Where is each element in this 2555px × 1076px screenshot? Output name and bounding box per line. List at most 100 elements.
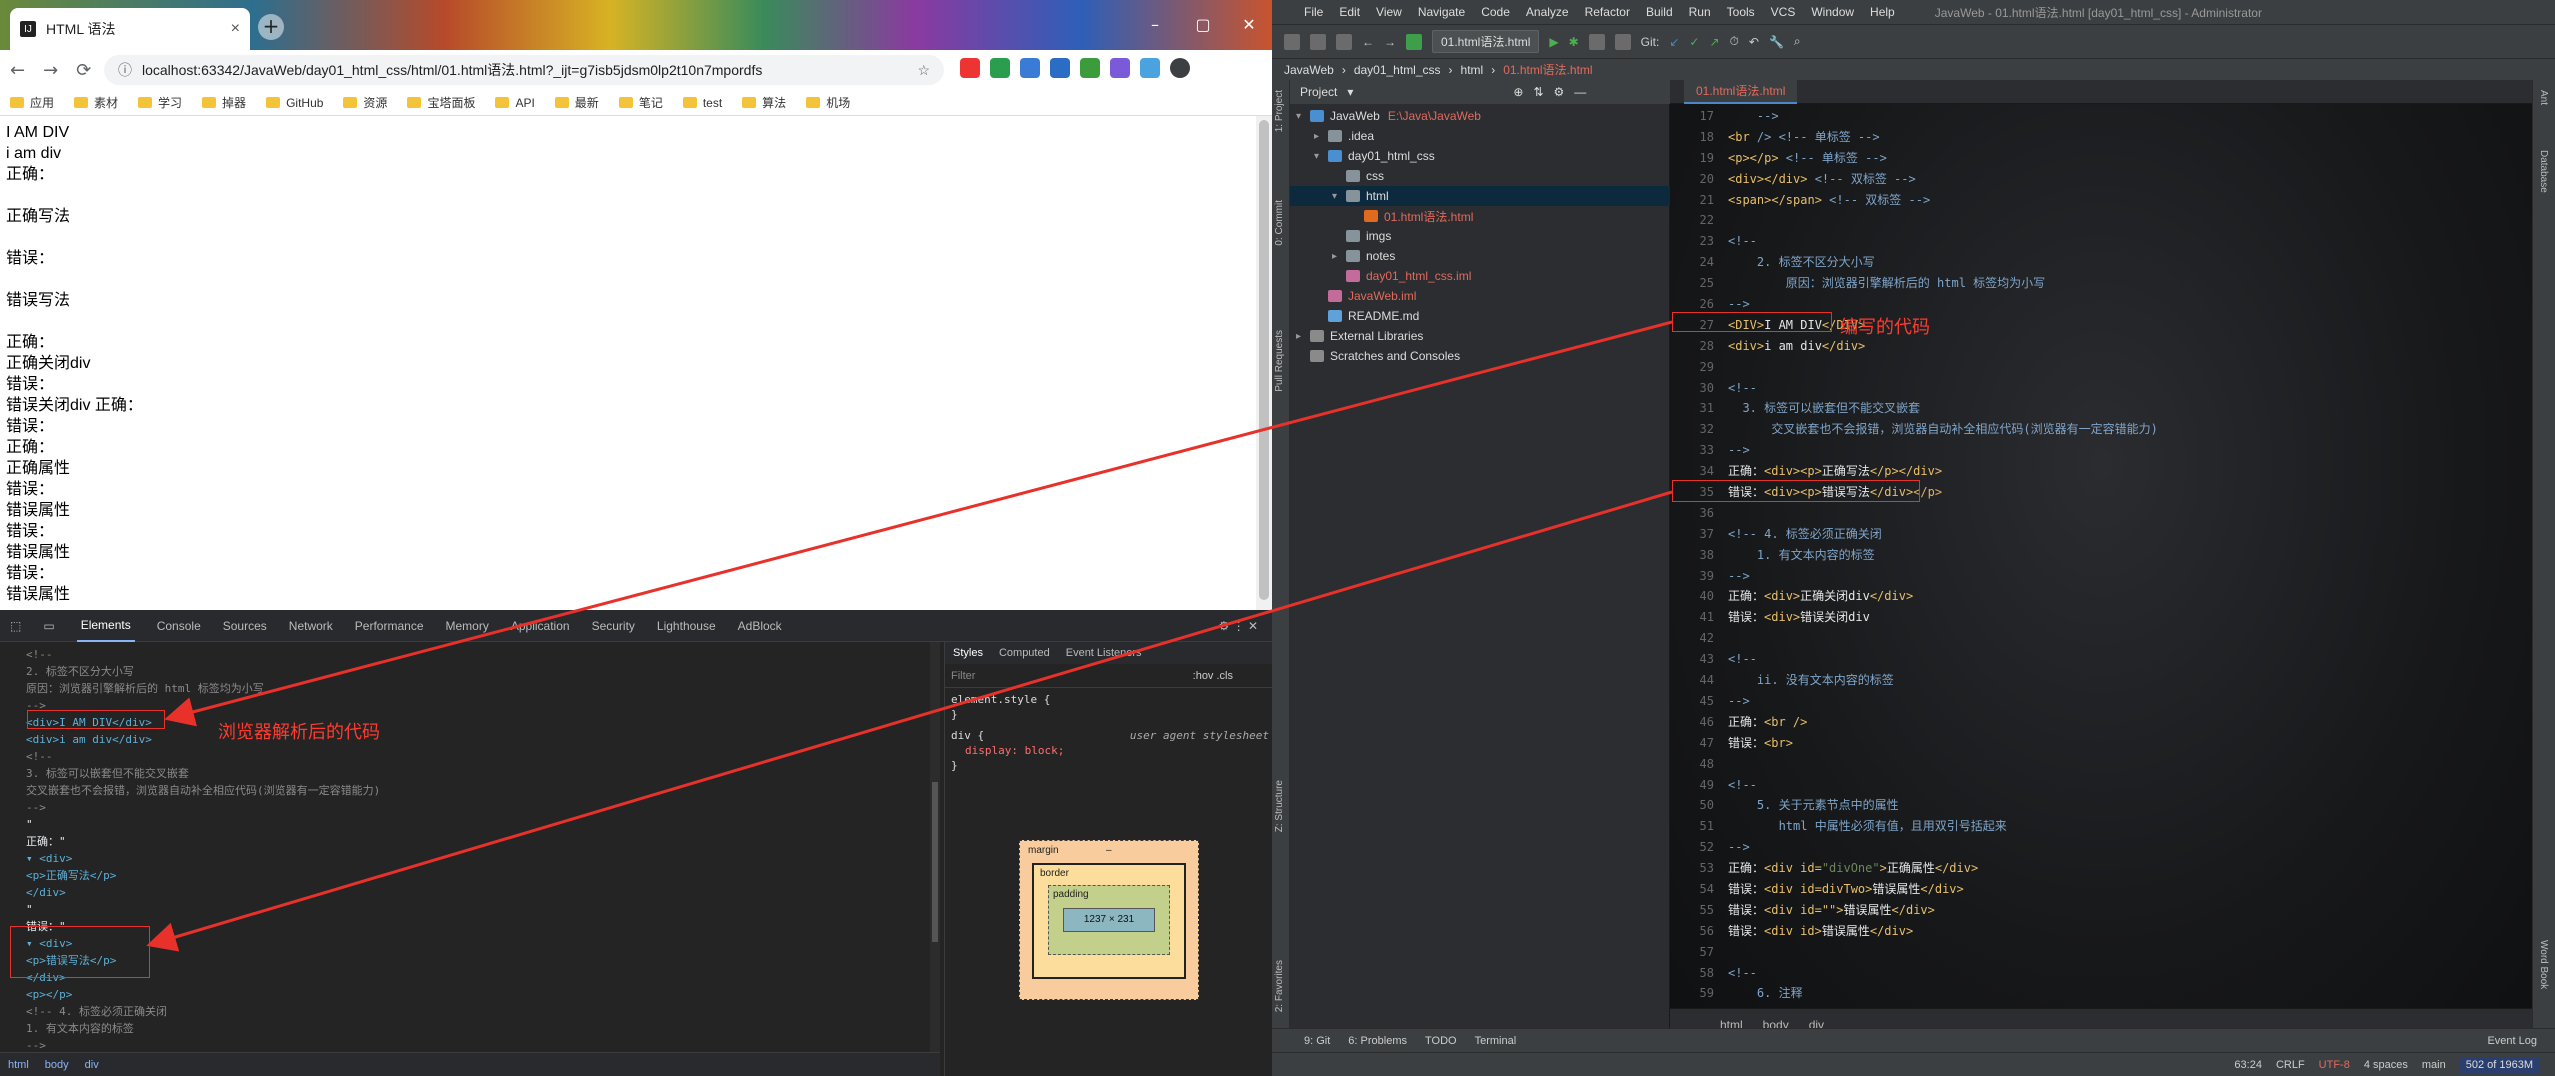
code-editor[interactable]: 01.html语法.html 2 1 1 1718192021222324252… bbox=[1670, 79, 2532, 1040]
code-line[interactable]: 3. 标签可以嵌套但不能交叉嵌套 bbox=[1728, 398, 2528, 419]
code-line[interactable]: <!-- bbox=[1728, 378, 2528, 399]
code-line[interactable]: --> bbox=[1728, 294, 2528, 315]
forward-icon[interactable]: → bbox=[43, 60, 58, 81]
code-line[interactable]: html 中属性必须有值，且用双引号括起来 bbox=[1728, 816, 2528, 837]
code-line[interactable]: <!-- bbox=[1728, 963, 2528, 984]
new-tab-button[interactable]: + bbox=[258, 14, 284, 40]
status-item[interactable]: 63:24 bbox=[2234, 1059, 2262, 1071]
chevron-down-icon[interactable]: ▾ bbox=[1332, 191, 1346, 202]
menu-item[interactable]: Tools bbox=[1727, 5, 1755, 19]
tree-node[interactable]: ▸ .idea bbox=[1290, 126, 1670, 146]
menu-item[interactable]: Code bbox=[1481, 5, 1510, 19]
git-update-icon[interactable]: ↙ bbox=[1669, 35, 1679, 49]
breadcrumb-item[interactable]: div bbox=[85, 1059, 99, 1071]
code-line[interactable]: 1. 有文本内容的标签 bbox=[1728, 545, 2528, 566]
sync-icon[interactable] bbox=[1336, 33, 1352, 50]
devtools-tab[interactable]: Console bbox=[157, 619, 201, 633]
bookmark-item[interactable]: GitHub bbox=[266, 96, 323, 110]
devtools-tab[interactable]: Security bbox=[592, 619, 635, 633]
tree-node[interactable]: css bbox=[1290, 166, 1670, 186]
devtools-tab[interactable]: AdBlock bbox=[738, 619, 782, 633]
dom-line[interactable]: <!-- bbox=[26, 748, 940, 765]
browser-tab[interactable]: IJ HTML 语法 × bbox=[10, 8, 250, 50]
menu-item[interactable]: Run bbox=[1689, 5, 1711, 19]
tool-window-tab[interactable]: Terminal bbox=[1475, 1035, 1517, 1047]
search-icon[interactable]: ⌕ bbox=[1794, 34, 1801, 49]
event-log-button[interactable]: Event Log bbox=[2487, 1035, 2537, 1047]
nav-crumb[interactable]: day01_html_css bbox=[1354, 63, 1441, 77]
rule-element-style[interactable]: element.style { bbox=[951, 692, 1269, 707]
nav-crumb[interactable]: JavaWeb bbox=[1284, 63, 1334, 77]
code-line[interactable]: <!-- bbox=[1728, 649, 2528, 670]
devtools-tab[interactable]: Network bbox=[289, 619, 333, 633]
code-line[interactable]: 正确：<div><p>正确写法</p></div> bbox=[1728, 461, 2528, 482]
menu-item[interactable]: Refactor bbox=[1585, 5, 1630, 19]
dom-line[interactable]: 1. 有文本内容的标签 bbox=[26, 1020, 940, 1037]
code-line[interactable]: <!-- bbox=[1728, 775, 2528, 796]
back-icon[interactable]: ← bbox=[1362, 35, 1374, 49]
code-line[interactable]: 6. 注释 bbox=[1728, 983, 2528, 1004]
code-line[interactable]: --> bbox=[1728, 106, 2528, 127]
breadcrumb-item[interactable]: html bbox=[8, 1059, 29, 1071]
bookmark-item[interactable]: 应用 bbox=[10, 94, 54, 111]
dom-line[interactable]: --> bbox=[26, 1037, 940, 1052]
chevron-down-icon[interactable]: ▾ bbox=[1347, 85, 1353, 99]
chevron-right-icon[interactable]: ▸ bbox=[1314, 131, 1328, 142]
code-line[interactable]: <!-- bbox=[1728, 231, 2528, 252]
styles-tab[interactable]: Event Listeners bbox=[1066, 647, 1142, 659]
bookmark-item[interactable]: 机场 bbox=[806, 94, 850, 111]
breadcrumb-item[interactable]: body bbox=[45, 1059, 69, 1071]
code-line[interactable]: <span></span> <!-- 双标签 --> bbox=[1728, 190, 2528, 211]
code-line[interactable]: 正确：<div>正确关闭div</div> bbox=[1728, 586, 2528, 607]
dom-line[interactable]: <!-- 4. 标签必须正确关闭 bbox=[26, 1003, 940, 1020]
tree-node[interactable]: ▾ JavaWeb E:\Java\JavaWeb bbox=[1290, 106, 1670, 126]
status-item[interactable]: CRLF bbox=[2276, 1059, 2305, 1071]
device-toggle-icon[interactable]: ▭ bbox=[43, 619, 54, 633]
bookmark-item[interactable]: 宝塔面板 bbox=[407, 94, 475, 111]
tree-node[interactable]: ▾ day01_html_css bbox=[1290, 146, 1670, 166]
dom-line[interactable]: <p>正确写法</p> bbox=[26, 867, 940, 884]
wrench-icon[interactable]: 🔧 bbox=[1769, 35, 1784, 49]
locate-icon[interactable]: ⊕ bbox=[1513, 85, 1523, 99]
maximize-icon[interactable]: ▢ bbox=[1180, 10, 1226, 40]
close-window-icon[interactable]: ✕ bbox=[1226, 10, 1272, 40]
devtools-tab[interactable]: Lighthouse bbox=[657, 619, 716, 633]
tree-node[interactable]: README.md bbox=[1290, 306, 1670, 326]
dom-scrollbar[interactable] bbox=[930, 642, 940, 1052]
dom-line[interactable]: <!-- bbox=[26, 646, 940, 663]
devtools-tab[interactable]: Sources bbox=[223, 619, 267, 633]
code-line[interactable]: <p></p> <!-- 单标签 --> bbox=[1728, 148, 2528, 169]
code-line[interactable]: 错误：<br> bbox=[1728, 733, 2528, 754]
tree-node[interactable]: day01_html_css.iml bbox=[1290, 266, 1670, 286]
stop-icon[interactable] bbox=[1614, 33, 1631, 50]
tool-window-button[interactable]: Database bbox=[2538, 150, 2549, 193]
code-lines[interactable]: --> <br /> <!-- 单标签 --> <p></p> <!-- 单标签 -… bbox=[1728, 106, 2528, 1008]
tool-window-button[interactable]: 2: Favorites bbox=[1274, 960, 1285, 1012]
code-line[interactable]: 错误：<div id>错误属性</div> bbox=[1728, 921, 2528, 942]
devtools-tab[interactable]: Elements bbox=[76, 610, 135, 642]
tool-window-button[interactable]: Pull Requests bbox=[1274, 330, 1285, 392]
git-push-icon[interactable]: ↗ bbox=[1709, 35, 1719, 49]
chevron-right-icon[interactable]: ▸ bbox=[1296, 331, 1310, 342]
code-line[interactable]: --> bbox=[1728, 691, 2528, 712]
dom-line[interactable]: ▾ <div> bbox=[26, 935, 940, 952]
menu-item[interactable]: Analyze bbox=[1526, 5, 1569, 19]
filter-hints[interactable]: :hov .cls bbox=[1193, 670, 1233, 682]
dom-line[interactable]: 错误：" bbox=[26, 918, 940, 935]
open-icon[interactable] bbox=[1284, 33, 1300, 50]
code-line[interactable]: 正确：<br /> bbox=[1728, 712, 2528, 733]
code-line[interactable]: ii. 没有文本内容的标签 bbox=[1728, 670, 2528, 691]
code-line[interactable]: 错误：<div id=divTwo>错误属性</div> bbox=[1728, 879, 2528, 900]
reload-icon[interactable]: ⟳ bbox=[76, 60, 91, 81]
editor-tab[interactable]: 01.html语法.html bbox=[1684, 79, 1798, 104]
dom-line[interactable]: <p></p> bbox=[26, 986, 940, 1003]
menu-item[interactable]: Edit bbox=[1339, 5, 1360, 19]
info-icon[interactable]: ⓘ bbox=[118, 60, 132, 80]
dom-line[interactable]: ▾ <div> bbox=[26, 850, 940, 867]
tree-node[interactable]: JavaWeb.iml bbox=[1290, 286, 1670, 306]
history-icon[interactable]: ⏱ bbox=[1730, 34, 1739, 49]
status-item[interactable]: UTF-8 bbox=[2319, 1059, 2350, 1071]
code-line[interactable] bbox=[1728, 628, 2528, 649]
tree-node[interactable]: 01.html语法.html bbox=[1290, 206, 1670, 226]
bookmark-item[interactable]: 素材 bbox=[74, 94, 118, 111]
